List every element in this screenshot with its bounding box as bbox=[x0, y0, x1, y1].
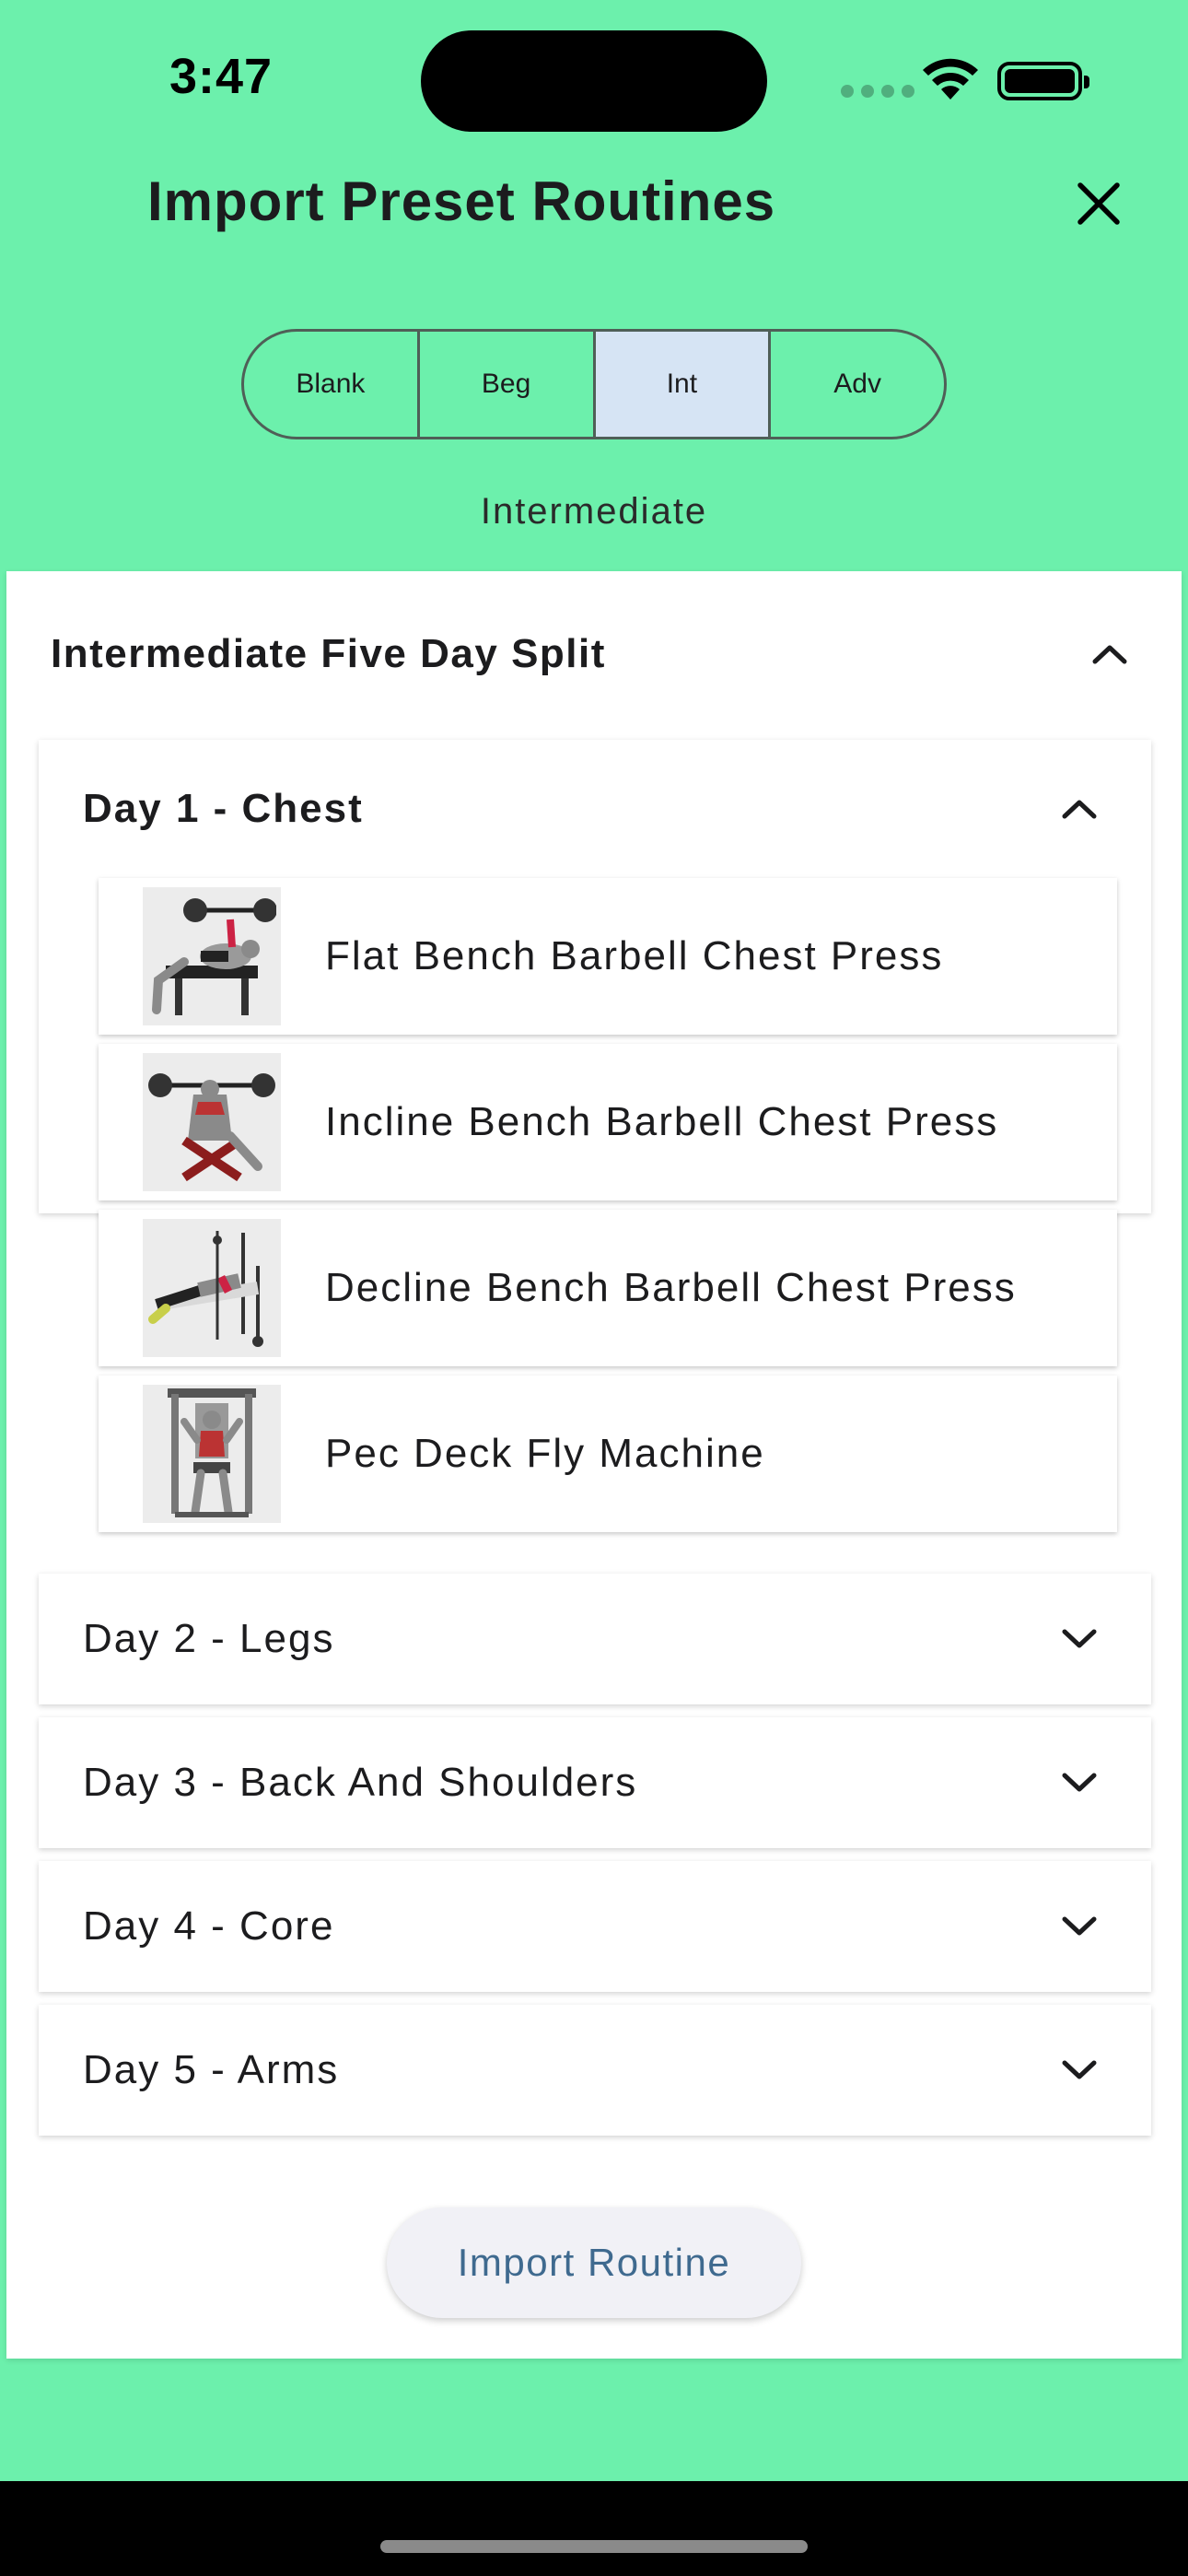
day-title: Day 1 - Chest bbox=[83, 786, 364, 831]
level-label: Intermediate bbox=[480, 491, 708, 532]
exercise-name: Incline Bench Barbell Chest Press bbox=[325, 1099, 999, 1144]
bottom-safe-area bbox=[0, 2481, 1188, 2576]
close-icon bbox=[1077, 182, 1120, 225]
pec-deck-machine-image bbox=[143, 1385, 281, 1523]
status-bar: 3:47 bbox=[0, 0, 1188, 147]
flat-bench-press-image bbox=[143, 887, 281, 1025]
home-indicator[interactable] bbox=[380, 2540, 808, 2553]
page-title: Import Preset Routines bbox=[147, 170, 776, 232]
routine-title: Intermediate Five Day Split bbox=[51, 631, 606, 676]
chevron-up-icon bbox=[1082, 626, 1137, 682]
exercise-item[interactable]: Incline Bench Barbell Chest Press bbox=[99, 1044, 1117, 1200]
day-panel-4[interactable]: Day 4 - Core bbox=[39, 1861, 1151, 1992]
chevron-down-icon bbox=[1052, 2043, 1107, 2098]
segment-intermediate[interactable]: Int bbox=[595, 332, 772, 437]
exercise-item[interactable]: Flat Bench Barbell Chest Press bbox=[99, 878, 1117, 1035]
segment-blank[interactable]: Blank bbox=[244, 332, 420, 437]
segment-advanced[interactable]: Adv bbox=[771, 332, 944, 437]
close-button[interactable] bbox=[1068, 173, 1129, 234]
exercise-name: Pec Deck Fly Machine bbox=[325, 1431, 765, 1476]
routine-card: Intermediate Five Day Split Day 1 - Ches… bbox=[6, 571, 1182, 2359]
day-header-3[interactable]: Day 3 - Back And Shoulders bbox=[83, 1737, 1107, 1829]
wifi-icon bbox=[923, 58, 978, 100]
segment-beginner[interactable]: Beg bbox=[420, 332, 596, 437]
incline-bench-press-image bbox=[143, 1053, 281, 1191]
chevron-down-icon bbox=[1052, 1899, 1107, 1954]
day-title: Day 5 - Arms bbox=[83, 2047, 340, 2092]
cellular-signal-icon bbox=[841, 85, 914, 98]
import-routine-button[interactable]: Import Routine bbox=[387, 2207, 801, 2318]
chevron-up-icon bbox=[1052, 781, 1107, 837]
day-header-2[interactable]: Day 2 - Legs bbox=[83, 1593, 1107, 1685]
battery-icon bbox=[997, 62, 1089, 100]
day-panel-1: Day 1 - Chest Flat Bench Barbell Chest P… bbox=[39, 740, 1151, 1532]
routine-header[interactable]: Intermediate Five Day Split bbox=[51, 608, 1137, 700]
status-time: 3:47 bbox=[169, 49, 274, 104]
chevron-down-icon bbox=[1052, 1611, 1107, 1667]
exercise-name: Decline Bench Barbell Chest Press bbox=[325, 1265, 1017, 1310]
exercise-name: Flat Bench Barbell Chest Press bbox=[325, 933, 944, 978]
day-title: Day 2 - Legs bbox=[83, 1616, 335, 1661]
day-panel-5[interactable]: Day 5 - Arms bbox=[39, 2005, 1151, 2136]
day-panel-3[interactable]: Day 3 - Back And Shoulders bbox=[39, 1717, 1151, 1848]
day-header-1[interactable]: Day 1 - Chest bbox=[83, 763, 1107, 855]
day-title: Day 4 - Core bbox=[83, 1903, 335, 1949]
day-header-5[interactable]: Day 5 - Arms bbox=[83, 2024, 1107, 2116]
day-title: Day 3 - Back And Shoulders bbox=[83, 1760, 638, 1805]
dynamic-island bbox=[421, 30, 767, 132]
difficulty-segmented-control: Blank Beg Int Adv bbox=[241, 329, 947, 439]
exercise-item[interactable]: Pec Deck Fly Machine bbox=[99, 1376, 1117, 1532]
day-panel-2[interactable]: Day 2 - Legs bbox=[39, 1574, 1151, 1704]
exercise-item[interactable]: Decline Bench Barbell Chest Press bbox=[99, 1210, 1117, 1366]
chevron-down-icon bbox=[1052, 1755, 1107, 1810]
day-header-4[interactable]: Day 4 - Core bbox=[83, 1880, 1107, 1973]
decline-bench-press-image bbox=[143, 1219, 281, 1357]
